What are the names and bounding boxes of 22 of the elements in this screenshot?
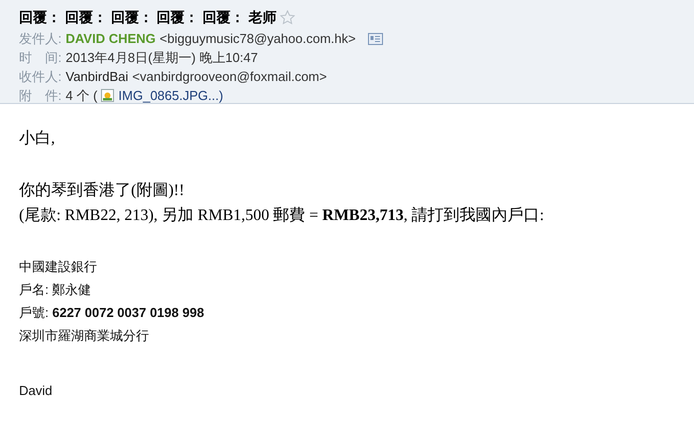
message-text: 戶號: 6227 0072 0037 0198 998 bbox=[19, 304, 204, 322]
field-label: 收件人: bbox=[19, 68, 62, 86]
field-label: 附 件: bbox=[19, 86, 62, 105]
contact-card-icon[interactable] bbox=[368, 32, 383, 44]
sender-address: <bigguymusic78@yahoo.com.hk> bbox=[160, 30, 356, 48]
message-text: 你的琴到香港了(附圖)!! bbox=[19, 180, 184, 201]
field-label: 发件人: bbox=[19, 30, 62, 48]
recipient-address: <vanbirdgrooveon@foxmail.com> bbox=[132, 68, 327, 86]
star-icon[interactable] bbox=[280, 10, 296, 24]
message-text: (尾款: RMB22, 213), 另加 RMB1,500 郵費 = RMB23,713, 請打到我國內戶口: bbox=[19, 206, 544, 226]
attachment-count: 4 个 ( bbox=[66, 86, 98, 105]
image-file-icon bbox=[101, 89, 114, 102]
send-time: 2013年4月8日(星期一) 晚上10:47 bbox=[66, 48, 258, 67]
message-text: 小白, bbox=[19, 128, 55, 149]
email-subject: 回覆： 回覆： 回覆： 回覆： 回覆： 老师 bbox=[19, 8, 276, 26]
message-text: 戶名: 鄭永健 bbox=[19, 281, 92, 299]
recipient-name[interactable]: VanbirdBai bbox=[66, 66, 128, 86]
message-text: 深圳市羅湖商業城分行 bbox=[19, 327, 149, 345]
attachment-link[interactable]: IMG_0865.JPG...) bbox=[118, 86, 224, 106]
message-text: David bbox=[19, 382, 52, 400]
message-text: 中國建設銀行 bbox=[19, 258, 97, 276]
field-label: 时 间: bbox=[19, 48, 62, 67]
